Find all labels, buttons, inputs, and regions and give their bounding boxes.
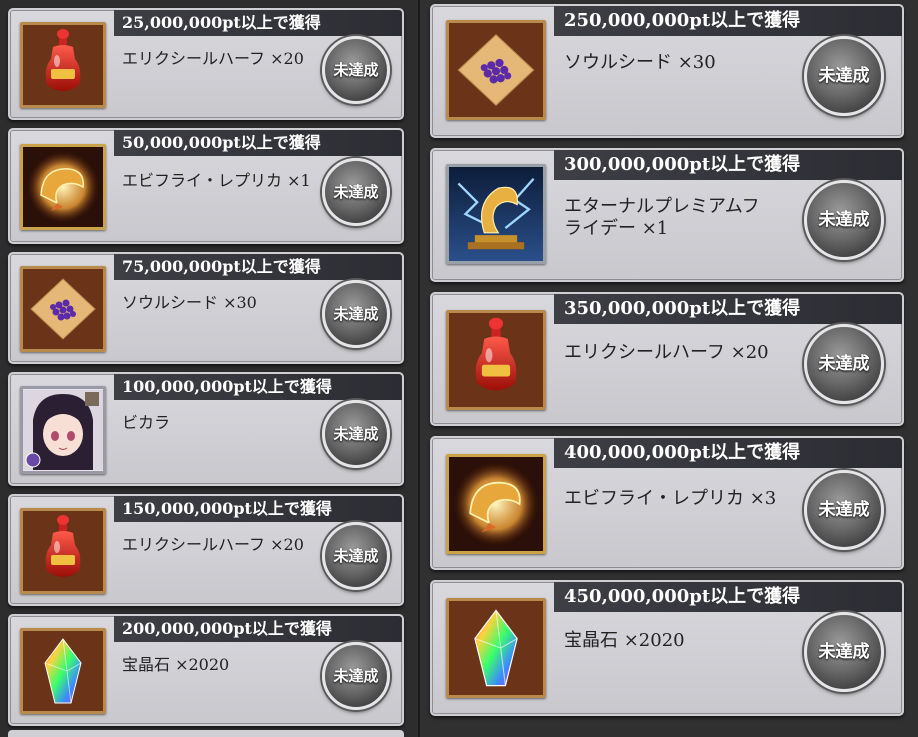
reward-item-name: エリクシールハーフ ×20 (564, 342, 769, 363)
reward-threshold: 200,000,000pt以上で獲得 (114, 616, 402, 642)
reward-item-name: エリクシールハーフ ×20 (122, 49, 304, 68)
reward-card: 300,000,000pt以上で獲得 エターナルプレミアムフ ライデー ×1 未… (430, 148, 904, 282)
fried-shrimp-replica-icon (20, 144, 106, 230)
fried-shrimp-replica-icon (446, 454, 546, 554)
reward-item-name-line2: ライデー ×1 (564, 218, 669, 239)
reward-threshold: 75,000,000pt以上で獲得 (114, 254, 402, 280)
reward-card: 250,000,000pt以上で獲得 ソウルシード ×30 未達成 (430, 4, 904, 138)
reward-threshold: 25,000,000pt以上で獲得 (114, 10, 402, 36)
status-button[interactable]: 未達成 (804, 36, 884, 116)
elixir-half-icon (20, 508, 106, 594)
reward-item-name: 宝晶石 ×2020 (564, 630, 685, 651)
elixir-half-icon (446, 310, 546, 410)
vikala-portrait-icon (20, 386, 106, 474)
reward-card: 25,000,000pt以上で獲得 エリクシールハーフ ×20 未達成 (8, 8, 404, 120)
reward-threshold: 100,000,000pt以上で獲得 (114, 374, 402, 400)
status-button[interactable]: 未達成 (322, 280, 390, 348)
reward-card: 150,000,000pt以上で獲得 エリクシールハーフ ×20 未達成 (8, 494, 404, 606)
reward-threshold: 400,000,000pt以上で獲得 (554, 438, 902, 468)
reward-item-name: エリクシールハーフ ×20 (122, 535, 304, 554)
next-card-edge (8, 730, 404, 737)
status-button[interactable]: 未達成 (322, 400, 390, 468)
reward-threshold: 150,000,000pt以上で獲得 (114, 496, 402, 522)
status-button[interactable]: 未達成 (322, 36, 390, 104)
status-button[interactable]: 未達成 (322, 522, 390, 590)
reward-card: 400,000,000pt以上で獲得 エビフライ・レプリカ ×3 未達成 (430, 436, 904, 570)
reward-card: 100,000,000pt以上で獲得 ビカラ 未達成 (8, 372, 404, 486)
crystal-icon (446, 598, 546, 698)
reward-item-name: ソウルシード ×30 (564, 52, 716, 73)
crystal-icon (20, 628, 106, 714)
reward-card: 75,000,000pt以上で獲得 ソウルシード ×30 未達成 (8, 252, 404, 364)
reward-threshold: 450,000,000pt以上で獲得 (554, 582, 902, 612)
reward-item-name: ソウルシード ×30 (122, 293, 257, 312)
reward-item-name: 宝晶石 ×2020 (122, 655, 230, 674)
reward-card: 350,000,000pt以上で獲得 エリクシールハーフ ×20 未達成 (430, 292, 904, 426)
reward-threshold: 250,000,000pt以上で獲得 (554, 6, 902, 36)
status-button[interactable]: 未達成 (322, 158, 390, 226)
status-button[interactable]: 未達成 (804, 612, 884, 692)
status-button[interactable]: 未達成 (322, 642, 390, 710)
status-button[interactable]: 未達成 (804, 470, 884, 550)
reward-threshold: 50,000,000pt以上で獲得 (114, 130, 402, 156)
status-button[interactable]: 未達成 (804, 180, 884, 260)
reward-threshold: 300,000,000pt以上で獲得 (554, 150, 902, 180)
soul-seed-icon (20, 266, 106, 352)
reward-card: 200,000,000pt以上で獲得 宝晶石 ×2020 未達成 (8, 614, 404, 726)
reward-card: 450,000,000pt以上で獲得 宝晶石 ×2020 未達成 (430, 580, 904, 716)
status-button[interactable]: 未達成 (804, 324, 884, 404)
reward-card: 50,000,000pt以上で獲得 エビフライ・レプリカ ×1 未達成 (8, 128, 404, 244)
soul-seed-icon (446, 20, 546, 120)
reward-item-name-line1: エターナルプレミアムフ (564, 196, 760, 217)
reward-threshold: 350,000,000pt以上で獲得 (554, 294, 902, 324)
eternal-premium-friday-icon (446, 164, 546, 264)
reward-item-name: エビフライ・レプリカ ×1 (122, 171, 311, 190)
elixir-half-icon (20, 22, 106, 108)
reward-item-name: ビカラ (122, 413, 171, 432)
reward-item-name: エビフライ・レプリカ ×3 (564, 488, 777, 509)
